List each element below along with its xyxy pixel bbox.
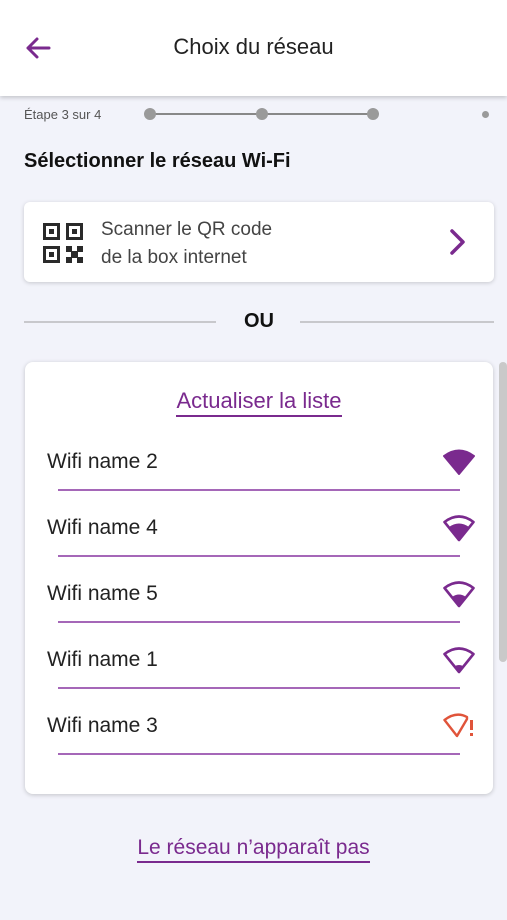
wifi-list-item[interactable]: Wifi name 5	[45, 568, 475, 628]
app-header: Choix du réseau	[0, 0, 507, 96]
chevron-right-icon	[450, 229, 465, 255]
list-divider	[58, 555, 460, 557]
stepper-dot-3	[367, 108, 379, 120]
stepper-dot-4	[482, 110, 489, 118]
wifi-signal-low-icon	[443, 647, 475, 674]
scrollbar[interactable]	[499, 362, 507, 662]
scan-qr-code-text: Scanner le QR code de la box internet	[101, 216, 272, 272]
page-title: Choix du réseau	[173, 34, 334, 59]
stepper-dot-1	[144, 108, 156, 120]
wifi-signal-medium-icon	[443, 581, 475, 608]
wifi-name: Wifi name 1	[47, 648, 158, 671]
or-separator: OU	[24, 308, 494, 338]
step-label: Étape 3 sur 4	[24, 107, 102, 122]
refresh-list-link[interactable]: Actualiser la liste	[176, 388, 342, 417]
wifi-list-item[interactable]: Wifi name 2	[45, 436, 475, 496]
stepper-dot-2	[256, 108, 268, 120]
wifi-signal-full-icon	[443, 449, 475, 475]
list-divider	[58, 753, 460, 755]
wifi-list-card: Actualiser la liste Wifi name 2 Wifi nam…	[25, 362, 493, 794]
list-divider	[58, 489, 460, 491]
wifi-list-item[interactable]: Wifi name 3	[45, 700, 475, 760]
separator-line-right	[300, 321, 494, 323]
qr-code-icon	[43, 223, 83, 263]
wifi-signal-high-icon	[443, 515, 475, 542]
scan-qr-code-line-2: de la box internet	[101, 247, 247, 268]
list-divider	[58, 621, 460, 623]
wifi-name: Wifi name 3	[47, 714, 158, 737]
scan-qr-code-card[interactable]: Scanner le QR code de la box internet	[24, 202, 494, 282]
list-divider	[58, 687, 460, 689]
network-not-listed-link[interactable]: Le réseau n’apparaît pas	[137, 836, 370, 863]
wifi-name: Wifi name 5	[47, 582, 158, 605]
scan-qr-code-line-1: Scanner le QR code	[101, 219, 273, 240]
wifi-list-item[interactable]: Wifi name 1	[45, 634, 475, 694]
wifi-no-signal-warning-icon	[443, 713, 473, 738]
wifi-name: Wifi name 4	[47, 516, 158, 539]
wifi-list-item[interactable]: Wifi name 4	[45, 502, 475, 562]
wifi-name: Wifi name 2	[47, 450, 158, 473]
section-title: Sélectionner le réseau Wi-Fi	[24, 150, 291, 172]
